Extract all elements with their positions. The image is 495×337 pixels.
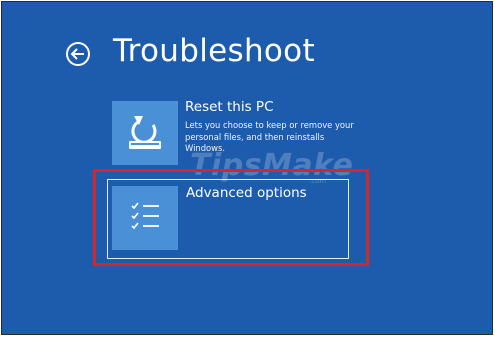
reset-this-pc-title: Reset this PC	[185, 99, 274, 115]
highlight-box	[93, 169, 369, 266]
page-title: Troubleshoot	[113, 33, 315, 69]
back-button[interactable]	[65, 41, 91, 67]
back-arrow-circle-icon	[66, 42, 90, 66]
troubleshoot-screen: Troubleshoot Reset this PC Lets you choo…	[1, 1, 493, 335]
reset-tile[interactable]	[112, 101, 178, 165]
reset-pc-icon	[129, 116, 161, 149]
